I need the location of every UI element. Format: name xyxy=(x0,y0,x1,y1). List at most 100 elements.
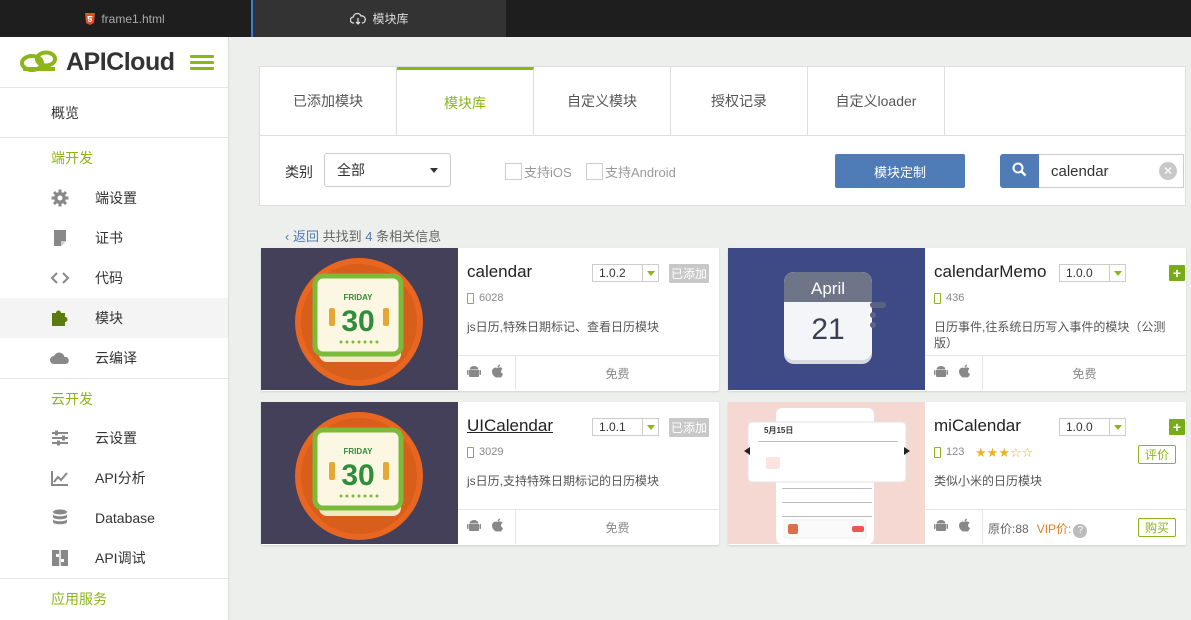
platforms xyxy=(458,356,516,390)
version-select[interactable]: 1.0.0 xyxy=(1059,264,1126,282)
download-count: 3029 xyxy=(467,446,503,458)
version-value: 1.0.0 xyxy=(1066,420,1093,434)
module-card-micalendar[interactable]: 5月15日 miCalendar 1.0.0 + 123 ★★★☆☆ 评价 类似… xyxy=(728,402,1186,545)
phone-icon xyxy=(467,292,474,304)
sidebar-item-database[interactable]: Database xyxy=(0,498,228,538)
custom-module-button[interactable]: 模块定制 xyxy=(835,154,965,188)
version-select[interactable]: 1.0.2 xyxy=(592,264,659,282)
sidebar-item-certificate[interactable]: 证书 xyxy=(0,218,228,258)
phone-icon xyxy=(467,446,474,458)
cloud-download-icon xyxy=(350,12,367,25)
menu-toggle-icon[interactable] xyxy=(190,55,214,71)
category-label: 类别 xyxy=(285,164,313,180)
html5-icon xyxy=(85,12,96,25)
back-link[interactable]: ‹ 返回 xyxy=(285,229,319,244)
module-tabs: 已添加模块 模块库 自定义模块 授权记录 自定义loader xyxy=(260,67,1185,136)
tab-module-library[interactable]: 模块库 xyxy=(251,0,506,37)
tab-module-library[interactable]: 模块库 xyxy=(397,67,534,135)
phone-icon xyxy=(934,292,941,304)
sidebar-item-code[interactable]: 代码 xyxy=(0,258,228,298)
tab-frame1[interactable]: frame1.html xyxy=(0,0,250,37)
module-info: UICalendar 1.0.1 已添加 3029 js日历,支持特殊日期标记的… xyxy=(458,402,719,544)
card-footer: 原价:88 VIP价:? 购买 xyxy=(925,509,1186,544)
version-value: 1.0.1 xyxy=(599,420,626,434)
version-select[interactable]: 1.0.1 xyxy=(592,418,659,436)
category-select[interactable]: 全部 xyxy=(324,153,451,187)
tab-auth-records[interactable]: 授权记录 xyxy=(671,67,808,135)
download-count: 6028 xyxy=(467,292,503,304)
brand-logo[interactable]: APICloud xyxy=(0,37,228,88)
ios-checkbox[interactable]: 支持iOS xyxy=(505,162,572,181)
sidebar-item-label: 端设置 xyxy=(95,190,137,206)
sidebar-item-modules[interactable]: 模块 xyxy=(0,298,228,338)
card-footer: 免费 xyxy=(458,355,719,390)
original-price: 原价:88 xyxy=(988,522,1029,536)
android-checkbox[interactable]: 支持Android xyxy=(586,162,676,181)
apple-icon xyxy=(491,364,504,382)
price-info: 原价:88 VIP价:? xyxy=(988,520,1088,538)
caret-down-icon xyxy=(430,168,438,173)
chart-icon xyxy=(50,469,70,487)
card-footer: 免费 xyxy=(458,509,719,544)
platforms xyxy=(925,510,983,544)
cloud-icon xyxy=(50,349,70,367)
module-card-calendarmemo[interactable]: April 21 calendarMemo 1.0.0 + 436 日历事件,往… xyxy=(728,248,1186,391)
module-thumbnail: April 21 xyxy=(728,248,925,390)
sidebar-item-label: 概览 xyxy=(51,104,79,121)
module-info: calendar 1.0.2 已添加 6028 js日历,特殊日期标记、查看日历… xyxy=(458,248,719,390)
checkbox-box[interactable] xyxy=(505,163,522,180)
tab-custom-loader[interactable]: 自定义loader xyxy=(808,67,945,135)
module-panel: 已添加模块 模块库 自定义模块 授权记录 自定义loader 类别 全部 支持i… xyxy=(259,66,1186,206)
tab-added-modules[interactable]: 已添加模块 xyxy=(260,67,397,135)
module-name[interactable]: calendar xyxy=(467,262,532,282)
tab-label: frame1.html xyxy=(101,11,165,26)
search-button[interactable] xyxy=(1000,154,1039,188)
rate-button[interactable]: 评价 xyxy=(1138,445,1176,464)
rating-stars: ★★★☆☆ xyxy=(975,445,1033,461)
database-icon xyxy=(50,509,70,527)
module-description: js日历,特殊日期标记、查看日历模块 xyxy=(467,320,660,334)
tab-custom-modules[interactable]: 自定义模块 xyxy=(534,67,671,135)
window-tab-bar: frame1.html 模块库 xyxy=(0,0,1191,37)
version-select[interactable]: 1.0.0 xyxy=(1059,418,1126,436)
chevron-down-icon xyxy=(642,419,658,435)
code-icon xyxy=(50,269,70,287)
module-name[interactable]: calendarMemo xyxy=(934,262,1046,282)
sidebar-item-cloud-compile[interactable]: 云编译 xyxy=(0,338,228,378)
add-module-button[interactable]: + xyxy=(1169,265,1185,281)
thumb-date: 5月15日 xyxy=(764,426,793,435)
android-icon xyxy=(934,519,948,536)
apple-icon xyxy=(491,518,504,536)
clear-search-icon[interactable]: ✕ xyxy=(1159,162,1177,180)
card-footer: 免费 xyxy=(925,355,1186,390)
chevron-down-icon xyxy=(1109,419,1125,435)
apicloud-logo-icon xyxy=(20,50,58,75)
certificate-icon xyxy=(50,229,70,247)
phone-icon xyxy=(934,446,941,458)
gear-icon xyxy=(50,189,70,207)
module-name[interactable]: miCalendar xyxy=(934,416,1021,436)
brand-name: APICloud xyxy=(66,47,175,76)
checkbox-box[interactable] xyxy=(586,163,603,180)
price: 免费 xyxy=(605,366,630,381)
platforms xyxy=(458,510,516,544)
apple-icon xyxy=(958,518,971,536)
sidebar-item-api-debug[interactable]: API调试 xyxy=(0,538,228,578)
module-name[interactable]: UICalendar xyxy=(467,416,553,436)
result-prefix: 共找到 xyxy=(322,229,362,244)
thumb-month: April xyxy=(811,279,845,298)
ios-checkbox-label: 支持iOS xyxy=(524,165,572,180)
buy-button[interactable]: 购买 xyxy=(1138,518,1176,537)
help-icon[interactable]: ? xyxy=(1073,523,1088,538)
module-card-uicalendar[interactable]: FRIDAY 30 UICalendar 1.0.1 已添加 3029 js日历… xyxy=(261,402,719,545)
add-module-button[interactable]: + xyxy=(1169,419,1185,435)
search-box: ✕ xyxy=(1000,154,1184,188)
sidebar-item-overview[interactable]: 概览 xyxy=(0,88,228,138)
module-card-calendar[interactable]: FRIDAY 30 calendar 1.0.2 已添加 6028 js日历,特… xyxy=(261,248,719,391)
module-description: 日历事件,往系统日历写入事件的模块（公测版） xyxy=(934,320,1166,350)
sidebar-item-client-settings[interactable]: 端设置 xyxy=(0,178,228,218)
sidebar-item-cloud-settings[interactable]: 云设置 xyxy=(0,418,228,458)
sidebar-item-api-analysis[interactable]: API分析 xyxy=(0,458,228,498)
download-count: 436 xyxy=(934,292,964,304)
version-value: 1.0.0 xyxy=(1066,266,1093,280)
